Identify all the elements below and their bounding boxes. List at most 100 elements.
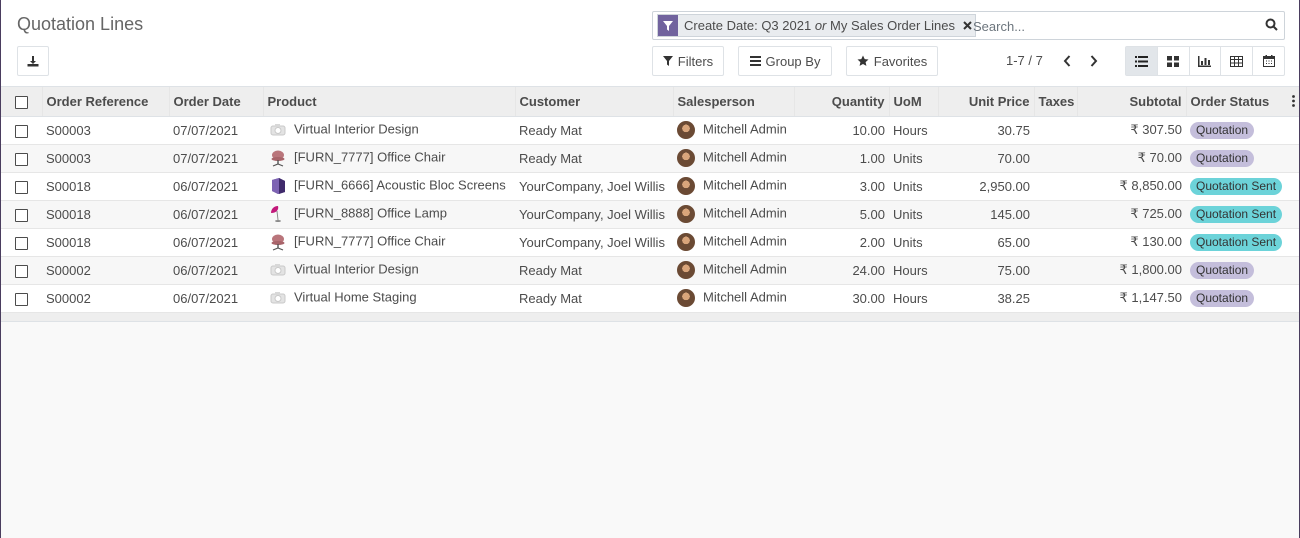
select-all-checkbox[interactable] — [14, 95, 28, 109]
row-checkbox[interactable] — [15, 180, 28, 194]
service-camera-icon — [269, 261, 287, 279]
calendar-view-button[interactable] — [1253, 47, 1284, 75]
list-view-button[interactable] — [1126, 47, 1158, 75]
list-icon — [1134, 55, 1148, 67]
cell-subtotal: ₹ 307.50 — [1077, 116, 1186, 145]
cell-quantity: 5.00 — [794, 200, 889, 229]
cell-uom: Hours — [889, 116, 938, 145]
avatar — [677, 177, 695, 195]
cell-taxes — [1034, 200, 1077, 229]
status-badge: Quotation — [1190, 149, 1255, 167]
cell-quantity: 30.00 — [794, 284, 889, 313]
column-header-order-reference[interactable]: Order Reference — [41, 87, 169, 117]
cell-customer: Ready Mat — [515, 284, 673, 313]
cell-order-status: Quotation — [1186, 116, 1299, 145]
cell-order-date: 07/07/2021 — [169, 116, 263, 145]
status-badge: Quotation — [1190, 261, 1255, 279]
cell-uom: Units — [889, 172, 938, 201]
download-button[interactable] — [17, 46, 49, 76]
cell-salesperson: Mitchell Admin — [673, 172, 794, 201]
column-header-taxes[interactable]: Taxes — [1033, 87, 1077, 117]
row-select-cell — [1, 256, 42, 285]
cell-taxes — [1034, 144, 1077, 173]
cell-quantity: 2.00 — [794, 228, 889, 257]
avatar — [677, 149, 695, 167]
cell-quantity: 1.00 — [794, 144, 889, 173]
cell-order-reference: S00003 — [42, 144, 169, 173]
cell-product-label: Virtual Interior Design — [294, 261, 419, 277]
filters-label: Filters — [677, 53, 714, 69]
graph-icon — [1198, 55, 1212, 67]
cell-salesperson-label: Mitchell Admin — [703, 177, 787, 193]
column-header-order-date[interactable]: Order Date — [168, 87, 263, 117]
office-lamp-icon — [269, 205, 287, 223]
pivot-icon — [1230, 55, 1244, 67]
cell-customer: Ready Mat — [515, 256, 673, 285]
cell-taxes — [1034, 284, 1077, 313]
row-checkbox[interactable] — [15, 152, 28, 166]
cell-unit-price: 2,950.00 — [938, 172, 1034, 201]
cell-uom: Units — [889, 144, 938, 173]
chevron-right-icon — [1090, 55, 1098, 67]
quotation-lines-table: Order Reference Order Date Product Custo… — [1, 87, 1299, 322]
search-facet[interactable]: Create Date: Q3 2021 or My Sales Order L… — [657, 14, 977, 37]
cell-product: Virtual Interior Design — [263, 116, 515, 145]
pager-value[interactable]: 1-7 / 7 — [1006, 53, 1043, 68]
table-footer-row — [1, 312, 1299, 322]
row-checkbox[interactable] — [15, 292, 28, 306]
group-by-label: Group By — [765, 53, 821, 69]
cell-order-reference: S00018 — [42, 200, 169, 229]
row-checkbox[interactable] — [15, 208, 28, 222]
cell-subtotal: ₹ 1,800.00 — [1077, 256, 1186, 285]
filter-facet-icon — [658, 15, 678, 36]
table-row[interactable]: S00018 06/07/2021 [FURN_6666] Acoustic Blo… — [1, 172, 1299, 201]
column-header-subtotal[interactable]: Subtotal — [1076, 87, 1186, 117]
table-row[interactable]: S00002 06/07/2021 Virtual Home Staging Read… — [1, 284, 1299, 313]
favorites-label: Favorites — [873, 53, 928, 69]
cell-quantity: 3.00 — [794, 172, 889, 201]
favorites-button[interactable]: Favorites — [846, 46, 938, 76]
table-row[interactable]: S00018 06/07/2021 [FURN_8888] Office Lamp Y… — [1, 200, 1299, 229]
status-badge: Quotation Sent — [1190, 233, 1283, 251]
column-header-quantity[interactable]: Quantity — [793, 87, 889, 117]
search-input[interactable] — [973, 16, 1253, 36]
group-by-button[interactable]: Group By — [738, 46, 832, 76]
cell-salesperson: Mitchell Admin — [673, 228, 794, 257]
column-header-customer[interactable]: Customer — [514, 87, 673, 117]
cell-salesperson: Mitchell Admin — [673, 256, 794, 285]
filters-button[interactable]: Filters — [652, 46, 724, 76]
optional-columns-icon[interactable] — [1292, 95, 1295, 110]
cell-salesperson-label: Mitchell Admin — [703, 149, 787, 165]
cell-unit-price: 70.00 — [938, 144, 1034, 173]
cell-order-reference: S00002 — [42, 256, 169, 285]
row-checkbox[interactable] — [15, 264, 28, 278]
cell-order-status: Quotation Sent — [1186, 228, 1299, 257]
cell-order-date: 06/07/2021 — [169, 284, 263, 313]
column-header-salesperson[interactable]: Salesperson — [672, 87, 794, 117]
row-checkbox[interactable] — [15, 124, 28, 138]
table-row[interactable]: S00003 07/07/2021 [FURN_7777] Office Chair… — [1, 144, 1299, 173]
pivot-view-button[interactable] — [1221, 47, 1254, 75]
pager-previous-button[interactable] — [1058, 51, 1076, 71]
search-icon[interactable] — [1265, 18, 1278, 34]
cell-subtotal: ₹ 130.00 — [1077, 228, 1186, 257]
cell-order-status: Quotation — [1186, 284, 1299, 313]
graph-view-button[interactable] — [1190, 47, 1222, 75]
pager-next-button[interactable] — [1085, 51, 1103, 71]
kanban-view-button[interactable] — [1158, 47, 1190, 75]
row-select-cell — [1, 172, 42, 201]
cell-customer: Ready Mat — [515, 144, 673, 173]
column-header-uom[interactable]: UoM — [888, 87, 938, 117]
table-row[interactable]: S00002 06/07/2021 Virtual Interior Design R… — [1, 256, 1299, 285]
table-row[interactable]: S00003 07/07/2021 Virtual Interior Design R… — [1, 116, 1299, 145]
column-header-order-status[interactable]: Order Status — [1185, 87, 1299, 117]
table-row[interactable]: S00018 06/07/2021 [FURN_7777] Office Chair… — [1, 228, 1299, 257]
cell-subtotal: ₹ 8,850.00 — [1077, 172, 1186, 201]
status-badge: Quotation — [1190, 121, 1255, 139]
cell-unit-price: 75.00 — [938, 256, 1034, 285]
row-select-cell — [1, 116, 42, 145]
avatar — [677, 121, 695, 139]
column-header-product[interactable]: Product — [262, 87, 515, 117]
row-checkbox[interactable] — [15, 236, 28, 250]
column-header-unit-price[interactable]: Unit Price — [937, 87, 1034, 117]
